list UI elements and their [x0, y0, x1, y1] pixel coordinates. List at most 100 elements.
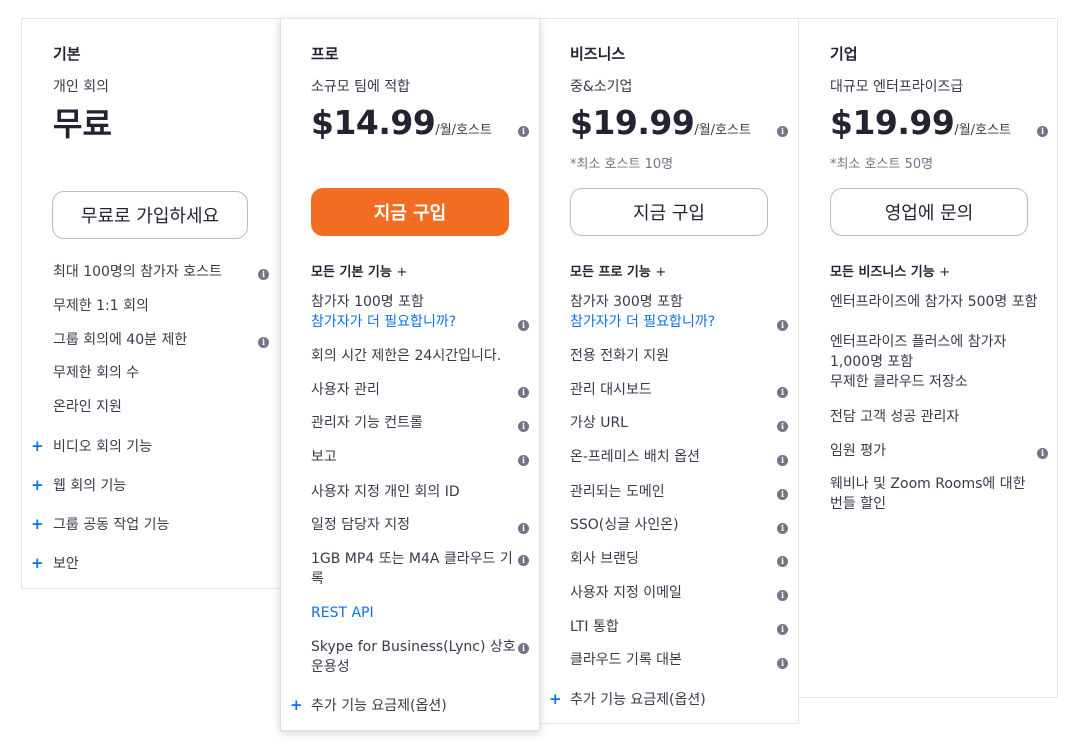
info-icon[interactable]: i [518, 555, 529, 566]
feature-item: 회의 시간 제한은 24시간입니다. [311, 348, 502, 364]
feature-item: 온-프레미스 배치 옵션 [570, 449, 700, 465]
plan-name: 기업 [830, 45, 858, 63]
plan-price: $19.99 [570, 103, 695, 142]
plan-subtitle: 대규모 엔터프라이즈급 [830, 79, 964, 95]
feature-item: 웨비나 및 Zoom Rooms에 대한 번들 할인 [830, 476, 1026, 512]
info-icon[interactable]: i [258, 269, 269, 280]
addon-plans-link[interactable]: 추가 기능 요금제(옵션) [311, 696, 447, 716]
feature-item: 사용자 지정 이메일 [570, 585, 682, 601]
feature-item: 엔터프라이즈 플러스에 참가자 1,000명 포함 [830, 334, 1007, 370]
buy-now-button[interactable]: 지금 구입 [570, 188, 768, 236]
expand-plus-icon[interactable]: + [31, 437, 44, 455]
feature-item: 사용자 관리 [311, 382, 380, 398]
min-hosts-note: *최소 호스트 50명 [830, 157, 934, 172]
info-icon[interactable]: i [777, 658, 788, 669]
includes-label: 모든 기본 기능 + [311, 261, 407, 280]
plan-subtitle: 소규모 팀에 적합 [311, 79, 411, 95]
feature-item: 무제한 1:1 회의 [53, 298, 149, 314]
expand-video-meeting-features[interactable]: 비디오 회의 기능 [53, 437, 152, 457]
need-more-participants-link[interactable]: 참가자가 더 필요합니까? [570, 312, 715, 332]
info-icon[interactable]: i [518, 421, 529, 432]
info-icon[interactable]: i [777, 590, 788, 601]
plan-card-business: 비즈니스 중&소기업 $19.99/월/호스트 i *최소 호스트 10명 지금… [539, 18, 799, 724]
expand-security[interactable]: 보안 [53, 554, 79, 574]
info-icon[interactable]: i [518, 320, 529, 331]
info-icon[interactable]: i [777, 455, 788, 466]
buy-now-button[interactable]: 지금 구입 [311, 188, 509, 236]
plus-symbol: + [396, 265, 408, 280]
plus-symbol: + [655, 265, 667, 280]
signup-free-button[interactable]: 무료로 가입하세요 [52, 191, 248, 239]
plan-price: 무료 [53, 105, 112, 143]
need-more-participants-link[interactable]: 참가자가 더 필요합니까? [311, 312, 456, 332]
includes-text: 모든 프로 기능 [570, 265, 651, 280]
info-icon[interactable]: i [1037, 448, 1048, 459]
includes-text: 모든 기본 기능 [311, 265, 392, 280]
price-period: /월/호스트 [954, 123, 1011, 138]
info-icon[interactable]: i [518, 643, 529, 654]
feature-item: 일정 담당자 지정 [311, 517, 411, 533]
expand-plus-icon[interactable]: + [290, 696, 303, 714]
feature-item: 관리 대시보드 [570, 382, 652, 398]
info-icon[interactable]: i [777, 126, 788, 137]
min-hosts-note: *최소 호스트 10명 [570, 157, 674, 172]
feature-item: 임원 평가 [830, 443, 886, 459]
feature-item: 클라우드 기록 대본 [570, 652, 682, 668]
feature-item: LTI 통합 [570, 619, 619, 635]
addon-plans-link[interactable]: 추가 기능 요금제(옵션) [570, 690, 706, 710]
info-icon[interactable]: i [258, 337, 269, 348]
info-icon[interactable]: i [777, 387, 788, 398]
feature-item: 가상 URL [570, 415, 628, 431]
plan-name: 기본 [53, 45, 81, 63]
contact-sales-button[interactable]: 영업에 문의 [830, 188, 1028, 236]
feature-item: 참가자 300명 포함 [570, 294, 683, 310]
info-icon[interactable]: i [777, 624, 788, 635]
plan-price: $19.99 [830, 103, 955, 142]
feature-item: 온라인 지원 [53, 399, 122, 415]
info-icon[interactable]: i [777, 523, 788, 534]
plan-card-basic: 기본 개인 회의 무료 무료로 가입하세요 최대 100명의 참가자 호스트 i… [21, 18, 281, 589]
plan-card-pro: 프로 소규모 팀에 적합 $14.99/월/호스트 i 지금 구입 모든 기본 … [280, 18, 540, 731]
expand-web-meeting-features[interactable]: 웹 회의 기능 [53, 476, 126, 496]
price-period: /월/호스트 [435, 123, 492, 138]
info-icon[interactable]: i [518, 126, 529, 137]
plan-subtitle: 중&소기업 [570, 79, 633, 95]
plan-card-enterprise: 기업 대규모 엔터프라이즈급 $19.99/월/호스트 i *최소 호스트 50… [798, 18, 1058, 698]
info-icon[interactable]: i [777, 489, 788, 500]
feature-item: 관리되는 도메인 [570, 484, 665, 500]
price-row: $14.99/월/호스트 [311, 103, 492, 142]
feature-item: 전담 고객 성공 관리자 [830, 409, 960, 425]
feature-item: 관리자 기능 컨트롤 [311, 415, 423, 431]
info-icon[interactable]: i [1037, 126, 1048, 137]
info-icon[interactable]: i [777, 421, 788, 432]
info-icon[interactable]: i [518, 523, 529, 534]
rest-api-link[interactable]: REST API [311, 603, 374, 623]
plan-name: 프로 [311, 45, 339, 63]
plan-name: 비즈니스 [570, 45, 626, 63]
info-icon[interactable]: i [777, 320, 788, 331]
info-icon[interactable]: i [777, 556, 788, 567]
price-row: $19.99/월/호스트 [830, 103, 1011, 142]
expand-plus-icon[interactable]: + [549, 690, 562, 708]
feature-item: 무제한 클라우드 저장소 [830, 374, 968, 390]
plan-subtitle: 개인 회의 [53, 79, 109, 95]
feature-item: 회사 브랜딩 [570, 551, 639, 567]
price-row: $19.99/월/호스트 [570, 103, 751, 142]
feature-item: 무제한 회의 수 [53, 365, 140, 381]
expand-group-collab-features[interactable]: 그룹 공동 작업 기능 [53, 515, 169, 535]
plus-symbol: + [939, 265, 951, 280]
info-icon[interactable]: i [518, 387, 529, 398]
expand-plus-icon[interactable]: + [31, 476, 44, 494]
feature-item: Skype for Business(Lync) 상호 운용성 [311, 639, 516, 675]
feature-item: 사용자 지정 개인 회의 ID [311, 484, 460, 500]
expand-plus-icon[interactable]: + [31, 554, 44, 572]
expand-plus-icon[interactable]: + [31, 515, 44, 533]
feature-item: 최대 100명의 참가자 호스트 [53, 264, 222, 280]
feature-item: 엔터프라이즈에 참가자 500명 포함 [830, 294, 1038, 310]
feature-item: SSO(싱글 사인온) [570, 517, 679, 533]
info-icon[interactable]: i [518, 455, 529, 466]
price-period: /월/호스트 [694, 123, 751, 138]
includes-text: 모든 비즈니스 기능 [830, 265, 935, 280]
feature-item: 그룹 회의에 40분 제한 [53, 332, 188, 348]
feature-item: 보고 [311, 449, 337, 465]
